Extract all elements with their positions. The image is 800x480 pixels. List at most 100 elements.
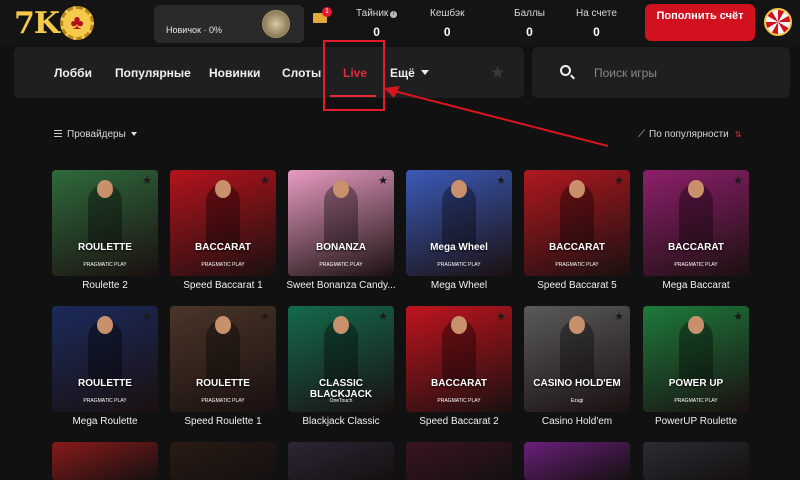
list-icon bbox=[54, 130, 62, 137]
game-thumbnail[interactable] bbox=[406, 442, 512, 480]
game-provider: PRAGMATIC PLAY bbox=[201, 398, 245, 404]
logo-club-icon: ♣ bbox=[60, 6, 94, 40]
game-overlay-title: BACCARAT bbox=[668, 242, 724, 253]
game-thumbnail[interactable]: CASINO HOLD'EM Ezugi ★ bbox=[524, 306, 630, 412]
dealer-head bbox=[451, 316, 467, 334]
nav-item-slots[interactable]: Слоты bbox=[282, 66, 321, 80]
game-overlay-title: CASINO HOLD'EM bbox=[533, 378, 621, 389]
stat-points-value: 0 bbox=[526, 25, 533, 39]
providers-label: Провайдеры bbox=[67, 129, 126, 140]
game-thumbnail[interactable]: BONANZA PRAGMATIC PLAY ★ bbox=[288, 170, 394, 276]
stat-balance-label: На счете bbox=[576, 8, 617, 19]
logo-text: 7K bbox=[14, 6, 60, 41]
game-thumbnail[interactable]: ROULETTE PRAGMATIC PLAY ★ bbox=[52, 306, 158, 412]
stat-balance[interactable]: На счете 0 bbox=[576, 8, 617, 39]
stat-balance-value: 0 bbox=[593, 25, 600, 39]
favorite-star-icon[interactable]: ★ bbox=[496, 310, 506, 323]
game-thumbnail[interactable]: BACCARAT PRAGMATIC PLAY ★ bbox=[643, 170, 749, 276]
game-title: Mega Roulette bbox=[72, 416, 138, 427]
game-overlay-title: POWER UP bbox=[668, 378, 724, 389]
game-thumbnail[interactable] bbox=[52, 442, 158, 480]
game-overlay-title: ROULETTE bbox=[196, 378, 250, 389]
game-title: Mega Baccarat bbox=[662, 280, 730, 291]
game-provider: PRAGMATIC PLAY bbox=[437, 262, 481, 268]
game-title: Mega Wheel bbox=[430, 280, 488, 291]
dealer-head bbox=[688, 316, 704, 334]
game-overlay-title: Mega Wheel bbox=[430, 242, 488, 253]
favorite-star-icon[interactable]: ★ bbox=[378, 174, 388, 187]
search-icon[interactable] bbox=[560, 65, 571, 76]
game-provider: OneTouch bbox=[329, 398, 353, 404]
stat-cashback[interactable]: Кешбэк 0 bbox=[430, 8, 465, 39]
game-thumbnail[interactable]: BACCARAT PRAGMATIC PLAY ★ bbox=[406, 306, 512, 412]
game-thumbnail[interactable]: ROULETTE PRAGMATIC PLAY ★ bbox=[170, 306, 276, 412]
game-overlay-title: ROULETTE bbox=[78, 378, 132, 389]
dealer-head bbox=[333, 180, 349, 198]
stat-stash-value: 0 bbox=[373, 25, 380, 39]
game-thumbnail[interactable]: ROULETTE PRAGMATIC PLAY ★ bbox=[52, 170, 158, 276]
game-thumbnail[interactable]: BACCARAT PRAGMATIC PLAY ★ bbox=[524, 170, 630, 276]
mail-count-badge: 1 bbox=[322, 7, 332, 17]
site-logo[interactable]: 7K ♣ bbox=[14, 4, 98, 42]
annotation-arrow bbox=[384, 86, 609, 147]
favorite-star-icon[interactable]: ★ bbox=[142, 310, 152, 323]
favorite-star-icon[interactable]: ★ bbox=[733, 310, 743, 323]
game-thumbnail[interactable]: Mega Wheel PRAGMATIC PLAY ★ bbox=[406, 170, 512, 276]
chevron-down-icon bbox=[420, 70, 429, 75]
trend-icon: ⟋ bbox=[638, 129, 645, 140]
favorite-star-icon[interactable]: ★ bbox=[260, 310, 270, 323]
nav-item-new[interactable]: Новинки bbox=[209, 66, 260, 80]
stat-stash[interactable]: Тайник i 0 bbox=[356, 8, 398, 39]
game-thumbnail[interactable] bbox=[643, 442, 749, 480]
search-input[interactable] bbox=[594, 64, 774, 82]
game-title: Speed Baccarat 1 bbox=[183, 280, 263, 291]
game-title: Blackjack Classic bbox=[302, 416, 380, 427]
avatar[interactable] bbox=[764, 8, 792, 36]
stat-points-label: Баллы bbox=[514, 8, 545, 19]
nav-item-lobby[interactable]: Лобби bbox=[54, 66, 92, 80]
dealer-head bbox=[97, 180, 113, 198]
game-thumbnail[interactable] bbox=[170, 442, 276, 480]
favorite-star-icon[interactable]: ★ bbox=[378, 310, 388, 323]
nav-item-more[interactable]: Ещё bbox=[390, 66, 429, 80]
stat-stash-label: Тайник bbox=[356, 8, 389, 19]
sort-dropdown[interactable]: ⟋ По популярности ⇅ bbox=[638, 129, 741, 140]
annotation-highlight-box bbox=[323, 40, 385, 111]
game-overlay-title: BACCARAT bbox=[549, 242, 605, 253]
favorite-star-icon[interactable]: ★ bbox=[614, 310, 624, 323]
game-overlay-title: BONANZA bbox=[316, 242, 366, 253]
dealer-head bbox=[569, 316, 585, 334]
stat-cashback-label: Кешбэк bbox=[430, 8, 465, 19]
game-thumbnail[interactable]: POWER UP PRAGMATIC PLAY ★ bbox=[643, 306, 749, 412]
rank-progress[interactable]: Новичок · 0% bbox=[154, 5, 304, 43]
game-title: Sweet Bonanza Candy... bbox=[286, 280, 396, 291]
rank-medal-icon bbox=[262, 10, 290, 38]
nav-item-popular[interactable]: Популярные bbox=[115, 66, 191, 80]
game-title: Casino Hold'em bbox=[541, 416, 613, 427]
favorite-star-icon[interactable]: ★ bbox=[733, 174, 743, 187]
dealer-head bbox=[569, 180, 585, 198]
top-header: 7K ♣ Новичок · 0% 1 Тайник i 0 Кешбэк 0 Б… bbox=[0, 0, 800, 46]
rank-label: Новичок · 0% bbox=[166, 25, 222, 35]
favorite-star-icon[interactable]: ★ bbox=[142, 174, 152, 187]
dealer-head bbox=[97, 316, 113, 334]
game-thumbnail[interactable]: CLASSIC BLACKJACK OneTouch ★ bbox=[288, 306, 394, 412]
stat-points[interactable]: Баллы 0 bbox=[514, 8, 545, 39]
game-provider: PRAGMATIC PLAY bbox=[201, 262, 245, 268]
stat-cashback-value: 0 bbox=[443, 25, 451, 39]
game-thumbnail[interactable] bbox=[524, 442, 630, 480]
favorite-star-icon[interactable]: ★ bbox=[496, 174, 506, 187]
game-overlay-title: BACCARAT bbox=[431, 378, 487, 389]
game-title: PowerUP Roulette bbox=[654, 416, 738, 427]
deposit-button[interactable]: Пополнить счёт bbox=[645, 4, 755, 41]
providers-filter[interactable]: Провайдеры bbox=[54, 129, 137, 140]
info-icon[interactable]: i bbox=[390, 11, 398, 18]
game-thumbnail[interactable]: BACCARAT PRAGMATIC PLAY ★ bbox=[170, 170, 276, 276]
dealer-head bbox=[215, 180, 231, 198]
game-title: Speed Roulette 1 bbox=[184, 416, 262, 427]
favorite-star-icon[interactable]: ★ bbox=[614, 174, 624, 187]
game-provider: PRAGMATIC PLAY bbox=[674, 398, 718, 404]
game-thumbnail[interactable] bbox=[288, 442, 394, 480]
game-provider: PRAGMATIC PLAY bbox=[83, 262, 127, 268]
favorite-star-icon[interactable]: ★ bbox=[260, 174, 270, 187]
